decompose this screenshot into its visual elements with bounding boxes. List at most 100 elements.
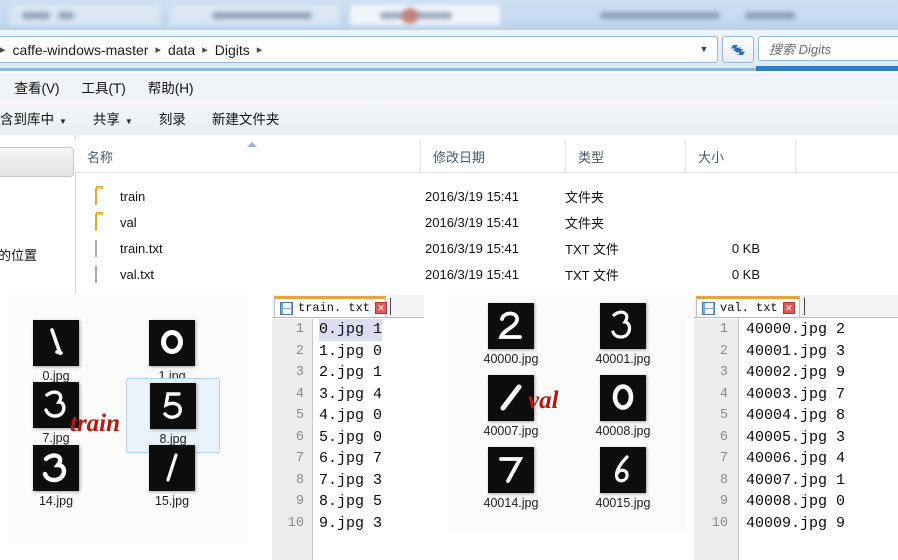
command-bar: 含到库中 ▼ 共享 ▼ 刻录 新建文件夹 <box>0 101 898 136</box>
editor-line[interactable]: 1 0.jpg 1 <box>272 319 424 341</box>
editor-line[interactable]: 4 3.jpg 4 <box>272 384 424 406</box>
menu-item-partial[interactable]: ) <box>0 80 1 95</box>
search-input[interactable]: 搜索 Digits <box>758 36 898 61</box>
blurred-close-dot <box>402 8 418 24</box>
line-number: 9 <box>719 494 728 509</box>
nav-pane-button[interactable] <box>0 147 74 177</box>
thumbnail-label: 0.jpg <box>42 369 70 383</box>
table-row[interactable]: train.txt 2016/3/19 15:41 TXT 文件 0 KB <box>75 235 898 261</box>
editor-tab-train-txt[interactable]: train. txt ✕ <box>274 296 388 317</box>
editor-line[interactable]: 10 9.jpg 3 <box>272 513 424 535</box>
command-include-in-library[interactable]: 含到库中 ▼ <box>0 108 67 128</box>
file-name: train <box>120 188 146 204</box>
line-text: 5.jpg 0 <box>319 428 383 446</box>
editor-line[interactable]: 8 7.jpg 3 <box>272 470 424 492</box>
column-header-size[interactable]: 大小 <box>685 140 795 172</box>
line-text: 40002.jpg 9 <box>746 364 846 381</box>
search-tab-highlight <box>756 66 898 71</box>
editor-line[interactable]: 3 2.jpg 1 <box>272 362 424 384</box>
table-row[interactable]: val 2016/3/19 15:41 文件夹 <box>75 209 898 235</box>
thumbnail-item-selected[interactable]: 8.jpg <box>126 378 220 453</box>
menu-item-tools[interactable]: 工具(T) <box>82 77 126 97</box>
thumbnail-item[interactable]: 40014.jpg <box>466 447 556 510</box>
column-header-type[interactable]: 类型 <box>565 140 685 172</box>
digit-image <box>488 303 534 349</box>
file-list-pane: 名称 修改日期 类型 大小 train 2016/3/19 15:41 文件夹 … <box>75 135 898 295</box>
line-number: 6 <box>719 429 728 445</box>
thumbnail-label: 8.jpg <box>159 432 187 446</box>
editor-line[interactable]: 3 40002.jpg 9 <box>694 362 898 384</box>
thumbnail-item[interactable]: 0.jpg <box>20 320 92 383</box>
thumbnail-item[interactable]: 15.jpg <box>136 445 208 508</box>
line-number: 10 <box>711 515 728 531</box>
column-header-spacer[interactable] <box>795 140 898 172</box>
line-text: 0.jpg 1 <box>319 319 383 341</box>
close-icon[interactable]: ✕ <box>375 302 388 314</box>
line-number: 2 <box>719 343 728 359</box>
editor-text-area[interactable]: 1 40000.jpg 2 2 40001.jpg 3 3 40002.jpg 9 4… <box>694 319 898 560</box>
text-file-icon <box>95 265 111 283</box>
thumbnail-item[interactable]: 40000.jpg <box>466 303 556 366</box>
editor-line[interactable]: 6 5.jpg 0 <box>272 427 424 449</box>
line-text: 40001.jpg 3 <box>746 342 846 360</box>
text-file-icon <box>95 239 111 257</box>
editor-line[interactable]: 10 40009.jpg 9 <box>694 513 898 535</box>
blurred-text <box>745 12 795 19</box>
digit-image <box>33 445 79 491</box>
sort-ascending-icon <box>247 142 257 147</box>
text-cursor <box>390 298 391 315</box>
file-size: 0 KB <box>731 240 760 256</box>
breadcrumb-caffe-windows-master[interactable]: caffe-windows-master <box>11 42 151 58</box>
file-date: 2016/3/19 15:41 <box>425 266 519 282</box>
editor-line[interactable]: 9 40008.jpg 0 <box>694 491 898 513</box>
table-row[interactable]: val.txt 2016/3/19 15:41 TXT 文件 0 KB <box>75 261 898 287</box>
breadcrumb-data[interactable]: data <box>166 42 197 58</box>
line-text: 40009.jpg 9 <box>746 514 846 532</box>
line-number: 8 <box>295 472 304 488</box>
thumbnail-item[interactable]: 14.jpg <box>20 445 92 508</box>
editor-line[interactable]: 7 40006.jpg 4 <box>694 448 898 470</box>
editor-line[interactable]: 4 40003.jpg 7 <box>694 384 898 406</box>
close-icon[interactable]: ✕ <box>782 302 795 314</box>
line-text: 3.jpg 4 <box>319 385 383 403</box>
table-row[interactable]: train 2016/3/19 15:41 文件夹 <box>75 183 898 209</box>
digit-image <box>600 447 646 493</box>
thumbnail-item[interactable]: 40008.jpg <box>578 375 668 438</box>
editor-line[interactable]: 2 1.jpg 0 <box>272 341 424 363</box>
command-new-folder[interactable]: 新建文件夹 <box>212 108 280 128</box>
thumbnail-item[interactable]: 40001.jpg <box>578 303 668 366</box>
thumbnail-item[interactable]: 40015.jpg <box>578 447 668 510</box>
file-type: TXT 文件 <box>565 241 619 257</box>
editor-line[interactable]: 8 40007.jpg 1 <box>694 470 898 492</box>
editor-tab-val-txt[interactable]: val. txt ✕ <box>696 296 800 317</box>
editor-line[interactable]: 5 4.jpg 0 <box>272 405 424 427</box>
text-cursor <box>804 298 805 315</box>
editor-line[interactable]: 5 40004.jpg 8 <box>694 405 898 427</box>
editor-line[interactable]: 1 40000.jpg 2 <box>694 319 898 341</box>
column-header-date[interactable]: 修改日期 <box>420 140 565 172</box>
breadcrumb-leading-separator: ▸ <box>0 44 6 56</box>
chevron-down-icon: ▼ <box>124 117 133 126</box>
line-text: 40005.jpg 3 <box>746 428 846 446</box>
breadcrumb-digits[interactable]: Digits <box>213 42 252 58</box>
val-txt-editor: val. txt ✕ 1 40000.jpg 2 2 40001.jpg 3 3 40… <box>694 295 898 560</box>
editor-line[interactable]: 2 40001.jpg 3 <box>694 341 898 363</box>
editor-text-area[interactable]: 1 0.jpg 1 2 1.jpg 0 3 2.jpg 1 4 3.jpg 4 5 4.j… <box>272 319 424 560</box>
editor-tab-bar: val. txt ✕ <box>694 295 898 318</box>
thumbnail-item[interactable]: 1.jpg <box>136 320 208 383</box>
command-share[interactable]: 共享 ▼ <box>93 108 133 128</box>
editor-line[interactable]: 7 6.jpg 7 <box>272 448 424 470</box>
blurred-tab-text <box>58 12 74 19</box>
menu-item-help[interactable]: 帮助(H) <box>148 77 194 97</box>
command-burn[interactable]: 刻录 <box>159 108 186 128</box>
refresh-icon[interactable] <box>722 36 754 63</box>
chevron-down-icon[interactable]: ▼ <box>695 37 713 60</box>
editor-line[interactable]: 9 8.jpg 5 <box>272 491 424 513</box>
menu-item-view[interactable]: 查看(V) <box>15 77 60 97</box>
save-icon <box>280 301 293 315</box>
address-breadcrumb-field[interactable]: ▸ caffe-windows-master ▸ data ▸ Digits ▸… <box>0 36 718 63</box>
line-number: 7 <box>719 451 728 466</box>
column-header-row: 名称 修改日期 类型 大小 <box>75 140 898 173</box>
editor-line[interactable]: 6 40005.jpg 3 <box>694 427 898 449</box>
editor-tab-title: train. txt <box>298 301 371 315</box>
